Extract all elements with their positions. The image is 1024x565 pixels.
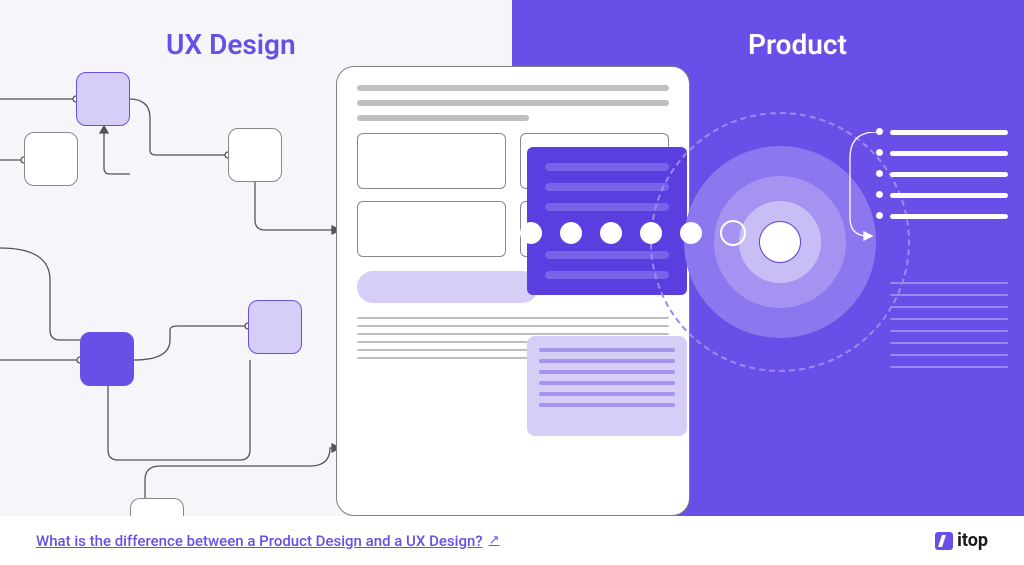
footer-link-text: What is the difference between a Product…: [36, 532, 483, 550]
flow-node-highlighted: [248, 300, 302, 354]
feature-thin-lines: [890, 282, 1010, 378]
feature-line: [890, 130, 1008, 135]
wireframe-pill: [357, 271, 538, 303]
product-mini-line: [539, 403, 675, 407]
thin-line: [890, 330, 1008, 332]
feature-line: [890, 172, 1008, 177]
product-mini-line: [539, 392, 675, 396]
flow-node: [24, 132, 78, 186]
dot: [600, 222, 622, 244]
thin-line: [890, 366, 1008, 368]
flow-connectors: [0, 0, 340, 516]
wireframe-thin: [357, 333, 669, 335]
wireframe-thin: [357, 325, 669, 327]
flow-node-filled: [80, 332, 134, 386]
heading-product: Product: [748, 28, 847, 61]
brand-icon: [935, 532, 953, 550]
dot: [680, 222, 702, 244]
thin-line: [890, 318, 1008, 320]
wireframe-line: [357, 115, 529, 121]
footer-link[interactable]: What is the difference between a Product…: [36, 532, 500, 550]
brand-logo: itop: [935, 530, 988, 551]
feature-line: [890, 193, 1008, 198]
dot: [560, 222, 582, 244]
feature-line: [890, 214, 1008, 219]
dot-chain: [520, 220, 746, 246]
feature-line: [890, 151, 1008, 156]
dot: [520, 222, 542, 244]
wireframe-cell: [357, 201, 506, 257]
brand-name: itop: [957, 530, 988, 551]
thin-line: [890, 354, 1008, 356]
thin-line: [890, 306, 1008, 308]
dot-outline: [720, 220, 746, 246]
external-link-icon: ↗: [489, 533, 500, 548]
thin-line: [890, 282, 1008, 284]
wireframe-cell: [357, 133, 506, 189]
product-mini-line: [539, 381, 675, 385]
radar-center: [759, 221, 801, 263]
feature-lines: [890, 130, 1010, 235]
wireframe-line: [357, 100, 669, 106]
footer: What is the difference between a Product…: [0, 516, 1024, 565]
feature-curve: [846, 132, 906, 252]
thin-line: [890, 294, 1008, 296]
flow-node-highlighted: [76, 72, 130, 126]
flow-node: [228, 128, 282, 182]
wireframe-line: [357, 85, 669, 91]
wireframe-thin: [357, 317, 669, 319]
thin-line: [890, 342, 1008, 344]
dot: [640, 222, 662, 244]
